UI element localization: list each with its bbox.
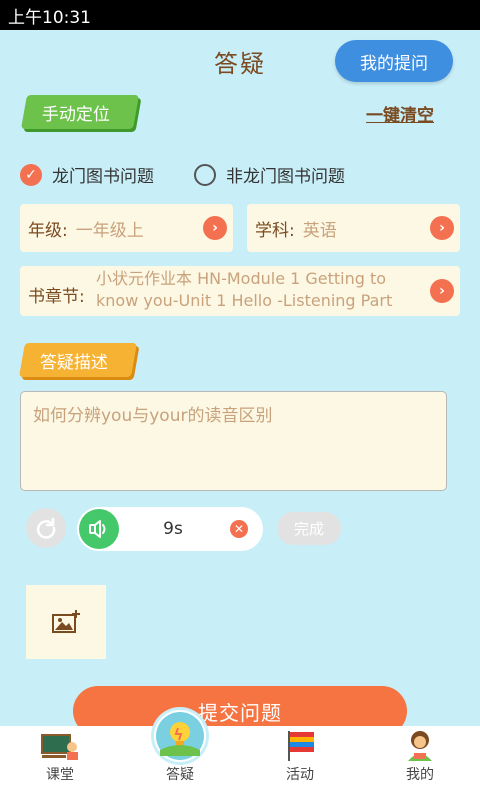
- nav-label-qa: 答疑: [166, 767, 194, 783]
- description-section-tag: 答疑描述: [19, 343, 137, 377]
- classroom-icon: [41, 734, 78, 760]
- delete-audio-button[interactable]: ✕: [230, 520, 248, 538]
- nav-label-me: 我的: [406, 767, 434, 783]
- flag-icon: [288, 731, 314, 761]
- add-image-icon: [52, 610, 80, 633]
- nav-item-qa[interactable]: 答疑: [120, 710, 240, 800]
- radio-longmen-book-label: 龙门图书问题: [52, 167, 154, 187]
- my-questions-button[interactable]: 我的提问: [335, 40, 453, 82]
- radio-non-longmen-book[interactable]: 非龙门图书问题: [194, 162, 345, 187]
- status-bar: 上午10:31: [0, 0, 480, 30]
- profile-icon: [408, 731, 432, 761]
- add-image-button[interactable]: [26, 585, 106, 659]
- chapter-label: 书章节:: [28, 287, 85, 307]
- grade-selector[interactable]: 年级: 一年级上 ›: [20, 204, 233, 252]
- qa-bulb-icon: [154, 710, 206, 762]
- status-time: 上午10:31: [8, 7, 91, 28]
- done-button[interactable]: 完成: [277, 512, 341, 545]
- chapter-value: 小状元作业本 HN-Module 1 Getting to know you-U…: [96, 269, 393, 310]
- close-icon: ✕: [233, 522, 245, 536]
- speaker-icon: [89, 520, 106, 538]
- nav-item-activity[interactable]: 活动: [240, 726, 360, 800]
- chapter-selector[interactable]: 书章节: 小状元作业本 HN-Module 1 Getting to know …: [20, 266, 460, 316]
- question-description-input[interactable]: 如何分辨you与your的读音区别: [20, 391, 447, 491]
- manual-locate-button[interactable]: 手动定位: [21, 95, 139, 129]
- nav-item-classroom[interactable]: 课堂: [0, 726, 120, 800]
- nav-label-classroom: 课堂: [46, 767, 74, 783]
- chevron-right-icon: ›: [430, 279, 454, 303]
- radio-unchecked-icon: [194, 163, 216, 186]
- radio-longmen-book[interactable]: ✓ 龙门图书问题: [20, 162, 154, 187]
- play-audio-button[interactable]: [79, 509, 119, 549]
- chevron-right-icon: ›: [430, 216, 454, 240]
- subject-label: 学科:: [255, 220, 295, 241]
- bottom-nav: 课堂 答疑 活动 我的: [0, 710, 480, 800]
- grade-label: 年级:: [28, 220, 68, 241]
- audio-recording: 9s ✕: [77, 507, 263, 551]
- check-icon: ✓: [20, 163, 42, 186]
- description-section-label: 答疑描述: [40, 352, 108, 373]
- nav-item-me[interactable]: 我的: [360, 726, 480, 800]
- chevron-right-icon: ›: [203, 216, 227, 240]
- audio-duration: 9s: [163, 519, 183, 539]
- grade-value: 一年级上: [75, 220, 144, 241]
- refresh-icon: [36, 517, 56, 539]
- manual-locate-label: 手动定位: [42, 104, 110, 125]
- radio-non-longmen-book-label: 非龙门图书问题: [226, 167, 345, 187]
- subject-value: 英语: [302, 220, 337, 241]
- re-record-button[interactable]: [26, 508, 66, 548]
- nav-label-activity: 活动: [286, 767, 314, 783]
- clear-all-link[interactable]: 一键清空: [366, 101, 434, 126]
- subject-selector[interactable]: 学科: 英语 ›: [247, 204, 460, 252]
